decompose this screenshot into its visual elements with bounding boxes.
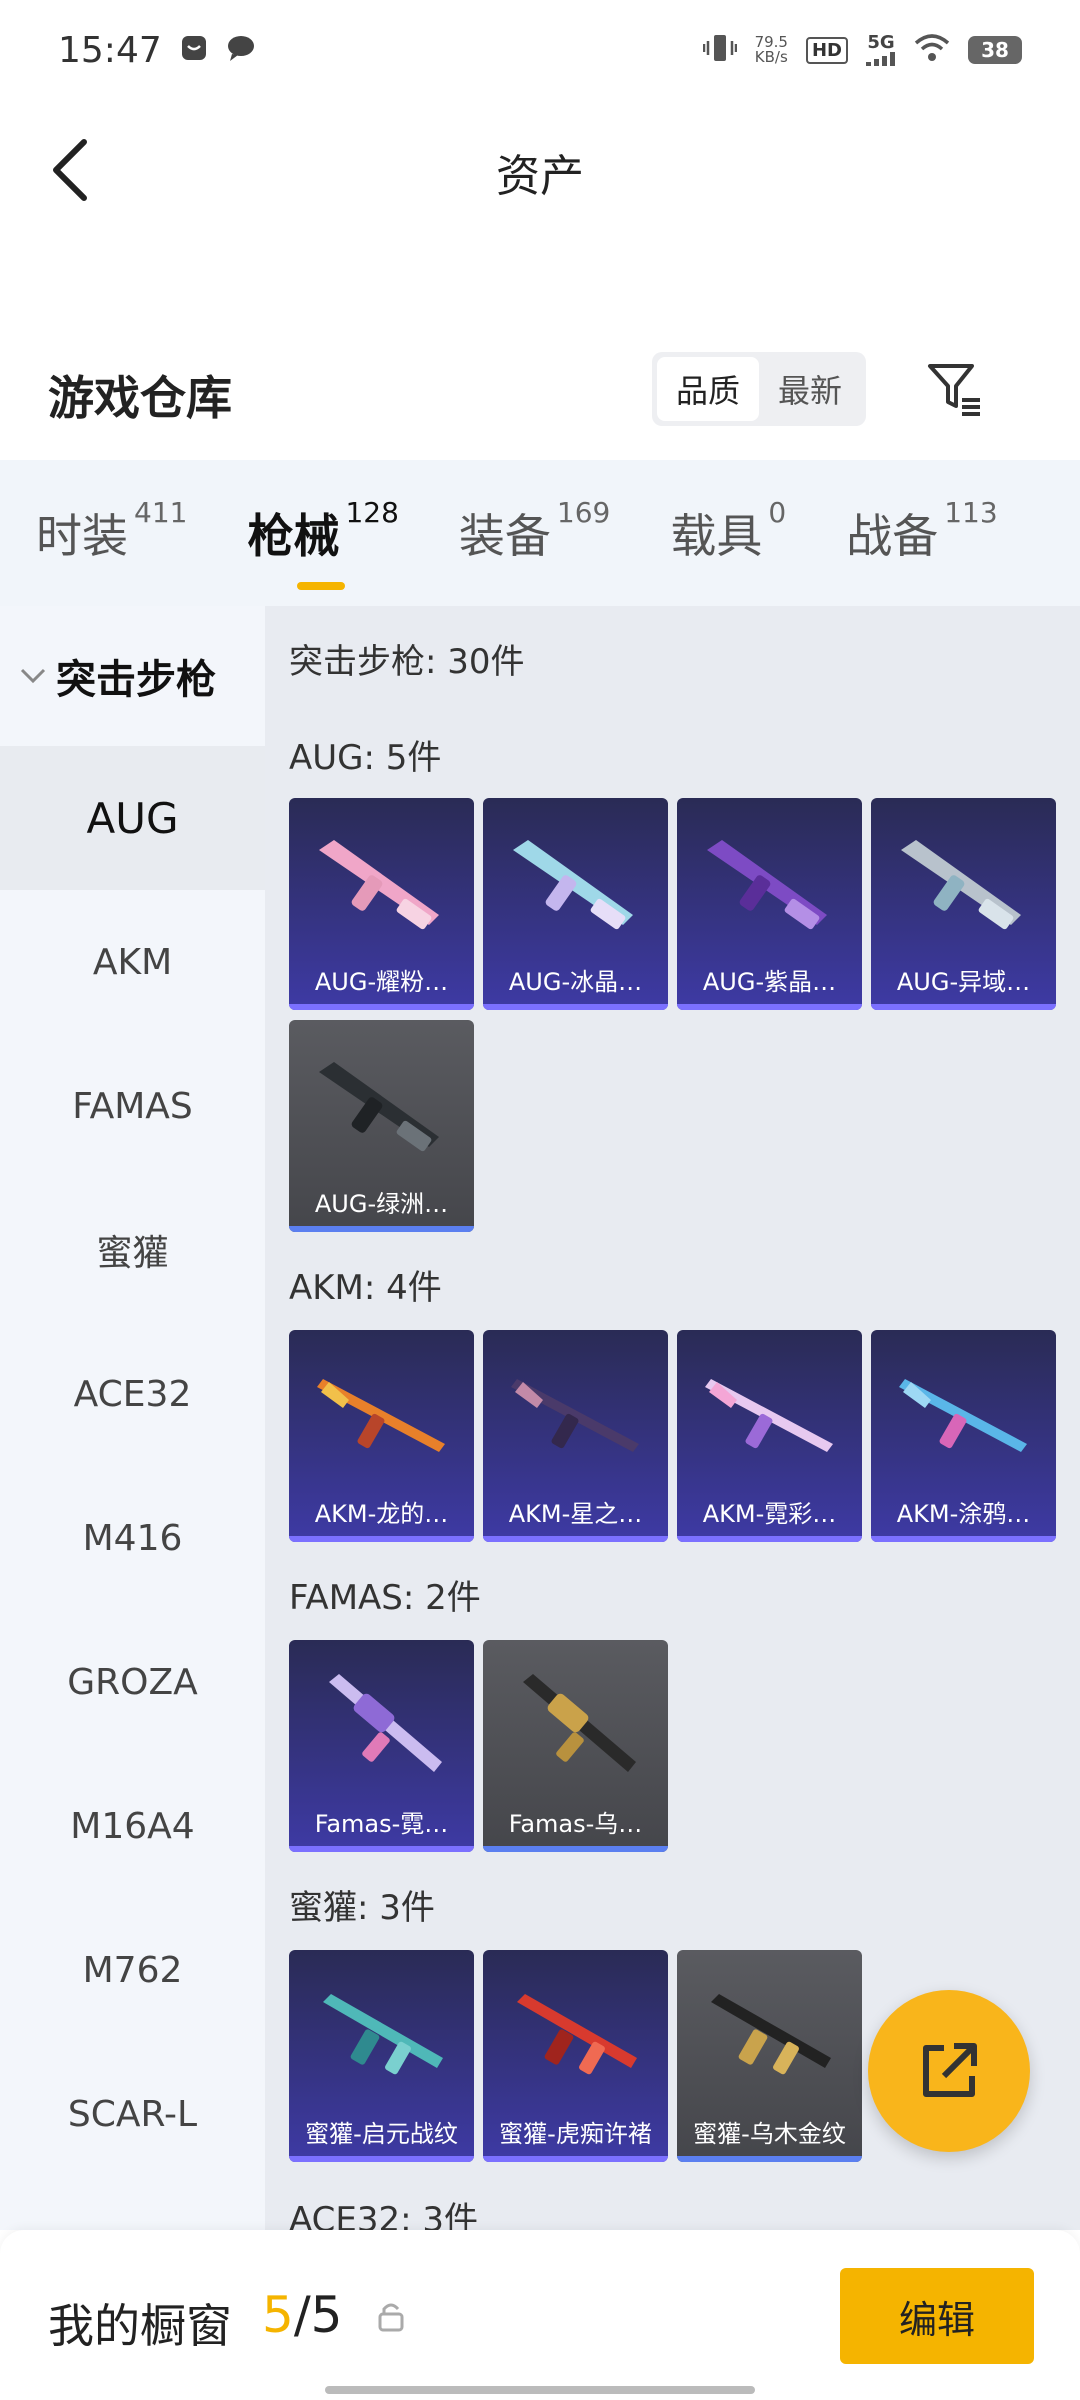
lock-icon xyxy=(378,2303,404,2332)
sidebar-item-honey-badger[interactable]: 蜜獾 xyxy=(0,1178,265,1322)
home-indicator xyxy=(325,2386,755,2394)
sidebar-item-akm[interactable]: AKM xyxy=(0,890,265,1034)
chevron-down-icon xyxy=(20,661,46,691)
status-bar: 15:47 79.5 KB/s HD 5G 38 xyxy=(0,0,1080,100)
weapon-card[interactable]: AUG-紫晶… xyxy=(677,798,862,1010)
sidebar-item-m16a4[interactable]: M16A4 xyxy=(0,1754,265,1898)
weapon-sidebar: 突击步枪 AUG AKM FAMAS 蜜獾 ACE32 M416 GROZA M… xyxy=(0,606,265,2230)
sidebar-item-m416[interactable]: M416 xyxy=(0,1466,265,1610)
rifle-icon xyxy=(323,1994,443,2075)
weapon-card[interactable]: 蜜獾-启元战纹 xyxy=(289,1950,474,2162)
sidebar-item-scar-l[interactable]: SCAR-L xyxy=(0,2042,265,2186)
filter-icon xyxy=(928,364,980,416)
sidebar-category-header[interactable]: 突击步枪 xyxy=(0,606,265,746)
active-tab-indicator xyxy=(297,582,346,590)
notification-icon xyxy=(180,34,208,66)
category-tabs: 时装 411 枪械 128 装备 169 载具 0 战备 113 xyxy=(0,460,1080,606)
group-title-honey-badger: 蜜獾: 3件 xyxy=(289,1888,435,1928)
rifle-icon xyxy=(511,1379,639,1452)
showcase-bar: 我的橱窗 5/5 编辑 xyxy=(0,2230,1080,2400)
sort-option-quality[interactable]: 品质 xyxy=(657,357,759,421)
net-speed: 79.5 KB/s xyxy=(754,33,788,66)
sort-option-newest[interactable]: 最新 xyxy=(759,357,861,421)
rifle-icon xyxy=(319,840,439,930)
weapon-card[interactable]: AKM-霓彩… xyxy=(677,1330,862,1542)
weapon-card[interactable]: Famas-霓… xyxy=(289,1640,474,1852)
showcase-label: 我的橱窗 xyxy=(48,2299,232,2353)
sidebar-item-m762[interactable]: M762 xyxy=(0,1898,265,2042)
sort-segmented-control: 品质 最新 xyxy=(652,352,866,426)
tab-firearms[interactable]: 枪械 128 xyxy=(247,496,399,590)
group-title-ace32: ACE32: 3件 xyxy=(289,2200,479,2230)
rifle-icon xyxy=(329,1674,442,1772)
warehouse-header: 游戏仓库 品质 最新 xyxy=(0,340,1080,460)
signal-icon: 5G xyxy=(866,34,896,66)
category-summary: 突击步枪: 30件 xyxy=(289,642,525,682)
rifle-icon xyxy=(517,1994,637,2075)
share-icon xyxy=(923,2043,977,2097)
sidebar-item-ace32[interactable]: ACE32 xyxy=(0,1322,265,1466)
weapon-card[interactable]: AUG-冰晶… xyxy=(483,798,668,1010)
status-time: 15:47 xyxy=(58,29,162,71)
wifi-icon xyxy=(914,33,950,67)
edit-button[interactable]: 编辑 xyxy=(840,2268,1034,2364)
weapon-card[interactable]: AUG-绿洲… xyxy=(289,1020,474,1232)
page-title: 资产 xyxy=(496,151,584,202)
weapon-card[interactable]: AKM-星之… xyxy=(483,1330,668,1542)
rifle-icon xyxy=(319,1062,439,1152)
weapon-card[interactable]: Famas-乌… xyxy=(483,1640,668,1852)
group-title-aug: AUG: 5件 xyxy=(289,738,442,778)
rifle-icon xyxy=(513,840,633,930)
tab-fashion[interactable]: 时装 411 xyxy=(36,496,187,566)
rifle-icon xyxy=(711,1994,831,2075)
rifle-icon xyxy=(901,840,1021,930)
filter-button[interactable] xyxy=(920,354,990,424)
weapon-card[interactable]: AKM-涂鸦… xyxy=(871,1330,1056,1542)
hd-badge: HD xyxy=(805,36,848,64)
sidebar-item-groza[interactable]: GROZA xyxy=(0,1610,265,1754)
rifle-icon xyxy=(707,840,827,930)
weapon-card[interactable]: AKM-龙的… xyxy=(289,1330,474,1542)
rifle-icon xyxy=(899,1379,1027,1452)
sidebar-category-label: 突击步枪 xyxy=(56,657,216,703)
weapon-card[interactable]: AUG-耀粉… xyxy=(289,798,474,1010)
sidebar-item-famas[interactable]: FAMAS xyxy=(0,1034,265,1178)
rifle-icon xyxy=(523,1674,636,1772)
top-header: 资产 xyxy=(0,110,1080,230)
warehouse-title: 游戏仓库 xyxy=(48,371,232,425)
weapon-card[interactable]: 蜜獾-乌木金纹 xyxy=(677,1950,862,2162)
showcase-count: 5/5 xyxy=(262,2286,343,2344)
group-title-akm: AKM: 4件 xyxy=(289,1268,442,1308)
tab-vehicles[interactable]: 载具 0 xyxy=(670,496,786,566)
group-title-famas: FAMAS: 2件 xyxy=(289,1578,481,1618)
tab-equipment[interactable]: 装备 169 xyxy=(459,496,610,566)
tab-gear[interactable]: 战备 113 xyxy=(846,496,997,566)
battery-indicator: 38 xyxy=(968,36,1022,64)
weapon-card[interactable]: 蜜獾-虎痴许褚 xyxy=(483,1950,668,2162)
sidebar-item-aug[interactable]: AUG xyxy=(0,746,265,890)
rifle-icon xyxy=(317,1379,445,1452)
share-fab-button[interactable] xyxy=(868,1990,1030,2152)
vibrate-icon xyxy=(702,31,737,69)
message-icon xyxy=(226,34,256,66)
weapon-list: 突击步枪: 30件 AUG: 5件 AUG-耀粉… AUG-冰晶… AUG-紫晶… xyxy=(265,606,1080,2230)
weapon-card[interactable]: AUG-异域… xyxy=(871,798,1056,1010)
rifle-icon xyxy=(705,1379,833,1452)
